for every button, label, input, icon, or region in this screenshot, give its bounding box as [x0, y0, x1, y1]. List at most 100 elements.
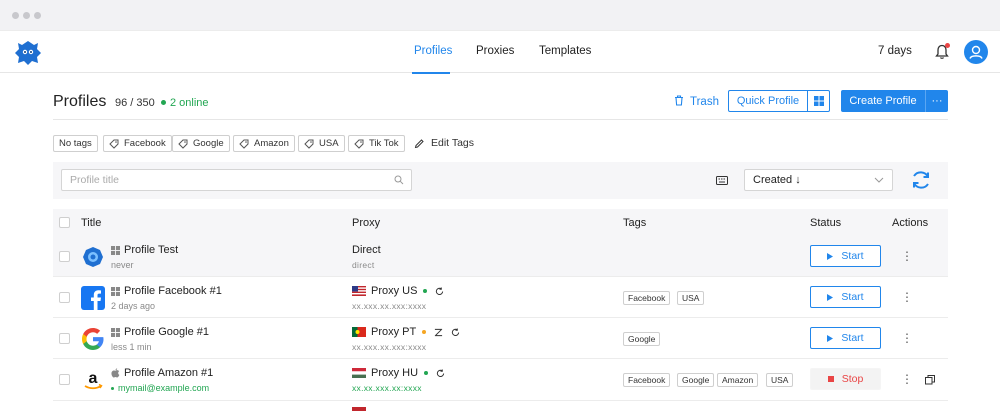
amazon-icon: a — [84, 370, 103, 390]
tag-label: Tik Tok — [369, 138, 399, 149]
create-profile-more-button[interactable]: ··· — [925, 90, 948, 112]
quick-profile-button[interactable]: Quick Profile — [728, 90, 808, 112]
notification-badge — [945, 43, 950, 48]
column-header-proxy[interactable]: Proxy — [352, 217, 380, 229]
svg-text:a: a — [89, 370, 98, 387]
more-actions-icon[interactable]: ⋮ — [901, 249, 913, 263]
tag-filter-facebook[interactable]: Facebook — [103, 135, 172, 152]
proxy-name-label: Proxy HU — [371, 367, 419, 379]
profile-title[interactable]: Profile Amazon #1 — [111, 367, 213, 379]
row-checkbox[interactable] — [59, 251, 70, 262]
search-icon[interactable] — [394, 175, 404, 185]
start-button[interactable]: Start — [810, 245, 881, 267]
top-nav: Profiles Proxies Templates 7 days — [0, 31, 1000, 74]
table-row[interactable]: Profile Test never Direct direct Start ⋮ — [53, 236, 948, 277]
reload-icon[interactable] — [435, 286, 444, 296]
column-header-status[interactable]: Status — [810, 217, 841, 229]
profile-title[interactable]: Profile Test — [111, 244, 178, 256]
profile-account-email: mymail@example.com — [111, 383, 209, 393]
more-actions-icon[interactable]: ⋮ — [901, 331, 913, 345]
more-actions-icon[interactable]: ⋮ — [901, 372, 913, 386]
refresh-icon[interactable] — [910, 169, 932, 191]
table-row[interactable]: a Profile Amazon #1 mymail@example.com P… — [53, 359, 948, 401]
profiles-table: Title Proxy Tags Status Actions Profile … — [53, 209, 948, 411]
row-checkbox[interactable] — [59, 292, 70, 303]
profile-last-run: less 1 min — [111, 342, 152, 352]
proxy-address: direct — [352, 260, 375, 270]
windows-icon — [111, 327, 120, 337]
tab-templates[interactable]: Templates — [539, 45, 591, 57]
trash-button[interactable]: Trash — [674, 95, 719, 108]
tag-label: Google — [193, 138, 224, 149]
reload-icon[interactable] — [436, 368, 445, 378]
profile-title[interactable]: Profile Facebook #1 — [111, 285, 222, 297]
flag-icon — [352, 407, 366, 411]
start-button[interactable]: Start — [810, 286, 881, 308]
row-checkbox[interactable] — [59, 333, 70, 344]
flag-us-icon — [352, 286, 366, 296]
table-row[interactable] — [53, 401, 948, 411]
more-actions-icon[interactable]: ⋮ — [901, 290, 913, 304]
proxy-status-dot — [422, 330, 427, 334]
copy-icon[interactable] — [925, 375, 935, 385]
status-label: Stop — [841, 373, 864, 385]
tag-filter-tiktok[interactable]: Tik Tok — [348, 135, 405, 152]
tag-filter-google[interactable]: Google — [172, 135, 230, 152]
proxy-name-label: Proxy US — [371, 285, 418, 297]
stop-icon — [827, 376, 834, 382]
pencil-icon — [414, 138, 424, 148]
tab-proxies[interactable]: Proxies — [476, 45, 514, 57]
start-button[interactable]: Start — [810, 327, 881, 349]
sort-value: Created ↓ — [753, 174, 801, 186]
profile-title[interactable]: Profile Google #1 — [111, 326, 209, 338]
row-tag: Google — [677, 373, 715, 387]
play-icon — [827, 293, 834, 301]
select-all-checkbox[interactable] — [59, 217, 70, 228]
profile-account-email-label: mymail@example.com — [118, 383, 210, 393]
tag-icon — [109, 139, 119, 149]
row-tag: Facebook — [623, 373, 671, 387]
profile-title-label: Profile Amazon #1 — [124, 367, 214, 379]
window-dot-icon[interactable] — [34, 12, 41, 19]
subscription-days-left: 7 days — [878, 45, 912, 57]
proxy-name: Proxy US — [352, 285, 444, 297]
avatar[interactable] — [964, 40, 988, 64]
search-bar: Created ↓ — [53, 162, 948, 199]
flag-hu-icon — [352, 368, 366, 378]
window-dot-icon[interactable] — [12, 12, 19, 19]
trash-label: Trash — [690, 96, 719, 108]
tag-label: Facebook — [124, 138, 166, 149]
table-row[interactable]: Profile Facebook #1 2 days ago Proxy US … — [53, 277, 948, 318]
proxy-address: xx.xxx.xx.xxx:xxxx — [352, 342, 427, 352]
tab-profiles[interactable]: Profiles — [414, 45, 452, 57]
page-title: Profiles — [53, 93, 107, 110]
browser-globe-icon — [83, 247, 103, 267]
window-dot-icon[interactable] — [23, 12, 30, 19]
column-header-title[interactable]: Title — [81, 217, 101, 229]
app-logo-icon[interactable] — [14, 39, 42, 67]
search-input[interactable] — [61, 169, 412, 191]
tag-filter-usa[interactable]: USA — [298, 135, 345, 152]
row-tag: Facebook — [623, 291, 671, 305]
sort-select[interactable]: Created ↓ — [744, 169, 893, 191]
proxy-name: Direct — [352, 244, 381, 256]
tag-filter-no-tags[interactable]: No tags — [53, 135, 98, 152]
status-label: Start — [841, 250, 864, 262]
keyboard-icon[interactable] — [716, 176, 728, 185]
tag-filter-amazon[interactable]: Amazon — [233, 135, 295, 152]
profile-title-label: Profile Test — [124, 244, 179, 256]
reload-icon[interactable] — [451, 327, 460, 337]
proxy-name: Proxy PT — [352, 326, 460, 338]
proxy-status-dot — [424, 371, 429, 375]
apple-icon — [111, 368, 120, 378]
column-header-tags[interactable]: Tags — [623, 217, 646, 229]
proxy-address: xx.xx.xxx.xx:xxxx — [352, 383, 422, 393]
table-row[interactable]: Profile Google #1 less 1 min Proxy PT xx… — [53, 318, 948, 359]
row-checkbox[interactable] — [59, 374, 70, 385]
quick-profile-os-button[interactable] — [807, 90, 830, 112]
proxy-name: Proxy HU — [352, 367, 445, 379]
edit-proxy-icon[interactable] — [434, 328, 443, 337]
create-profile-button[interactable]: Create Profile — [841, 90, 925, 112]
stop-button[interactable]: Stop — [810, 368, 881, 390]
edit-tags-button[interactable]: Edit Tags — [414, 137, 474, 149]
